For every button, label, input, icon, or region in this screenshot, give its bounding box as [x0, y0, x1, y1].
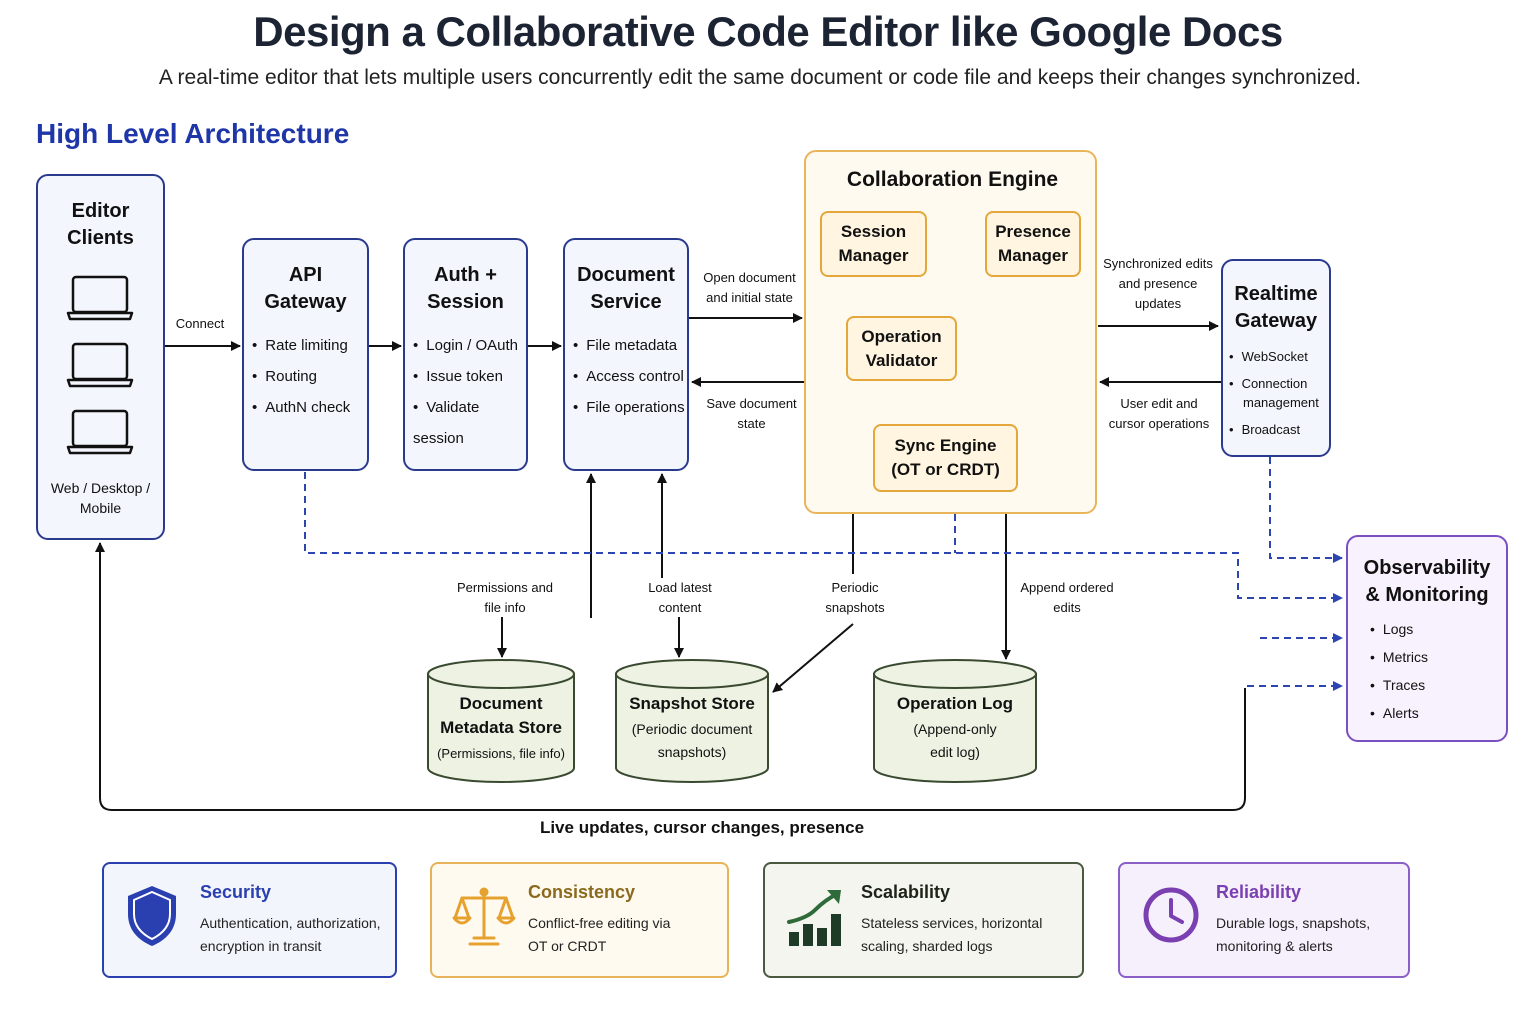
card-reliability[interactable]: Reliability Durable logs, snapshots, moni…	[1118, 862, 1410, 978]
card-scalability[interactable]: Scalability Stateless services, horizont…	[763, 862, 1084, 978]
edge-label-append-ordered: Append ordered edits	[1020, 580, 1114, 615]
clock-icon	[1143, 887, 1199, 943]
metadata-store[interactable]: Document Metadata Store (Permissions, fi…	[428, 692, 574, 765]
edge-label-periodic-snapshots: Periodic snapshots	[825, 580, 885, 615]
edge-label-live-updates: Live updates, cursor changes, presence	[539, 818, 865, 837]
edge-label-connect: Connect	[175, 316, 225, 331]
edge-label-user-edit: User edit and cursor operations	[1108, 396, 1210, 431]
growth-chart-icon	[787, 890, 841, 946]
edge-label-permissions: Permissions and file info	[456, 580, 554, 615]
shield-icon	[128, 886, 176, 946]
card-consistency[interactable]: Consistency Conflict-free editing via OT …	[430, 862, 729, 978]
card-title: Reliability	[1216, 882, 1302, 902]
edge-label-open-document: Open document and initial state	[703, 270, 796, 305]
scales-icon	[452, 887, 516, 946]
snapshot-store[interactable]: Snapshot Store (Periodic document snapsh…	[616, 692, 768, 764]
card-title: Consistency	[528, 882, 636, 902]
edge-label-load-latest: Load latest content	[648, 580, 712, 615]
edge-label-save-document: Save document state	[706, 396, 797, 431]
card-title: Scalability	[861, 882, 951, 902]
edge-label-synchronized-edits: Synchronized edits and presence updates	[1103, 256, 1213, 311]
card-title: Security	[200, 882, 272, 902]
card-security[interactable]: Security Authentication, authorization, e…	[102, 862, 397, 978]
operation-log[interactable]: Operation Log (Append-only edit log)	[874, 692, 1036, 764]
